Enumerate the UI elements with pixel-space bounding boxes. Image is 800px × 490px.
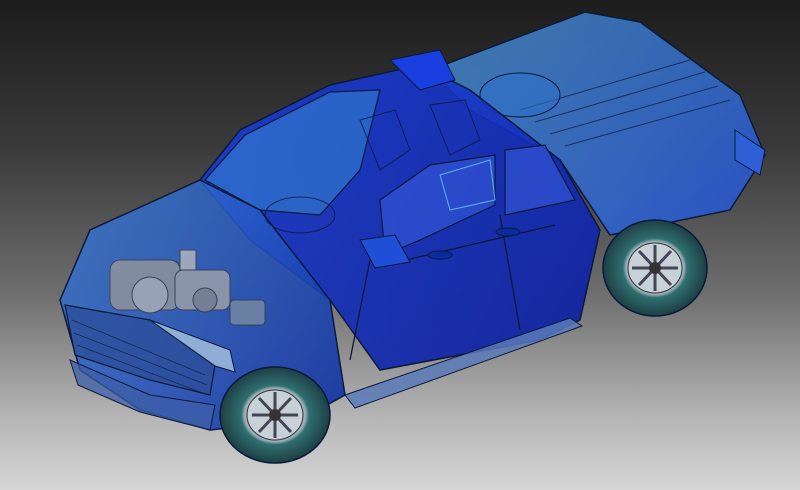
truck-xray-render [59, 11, 766, 464]
render-viewport [0, 0, 800, 490]
door-handle-rear [495, 227, 521, 237]
rear-wheel [602, 219, 708, 317]
front-wheel [219, 366, 331, 464]
door-handle-front [427, 250, 453, 260]
